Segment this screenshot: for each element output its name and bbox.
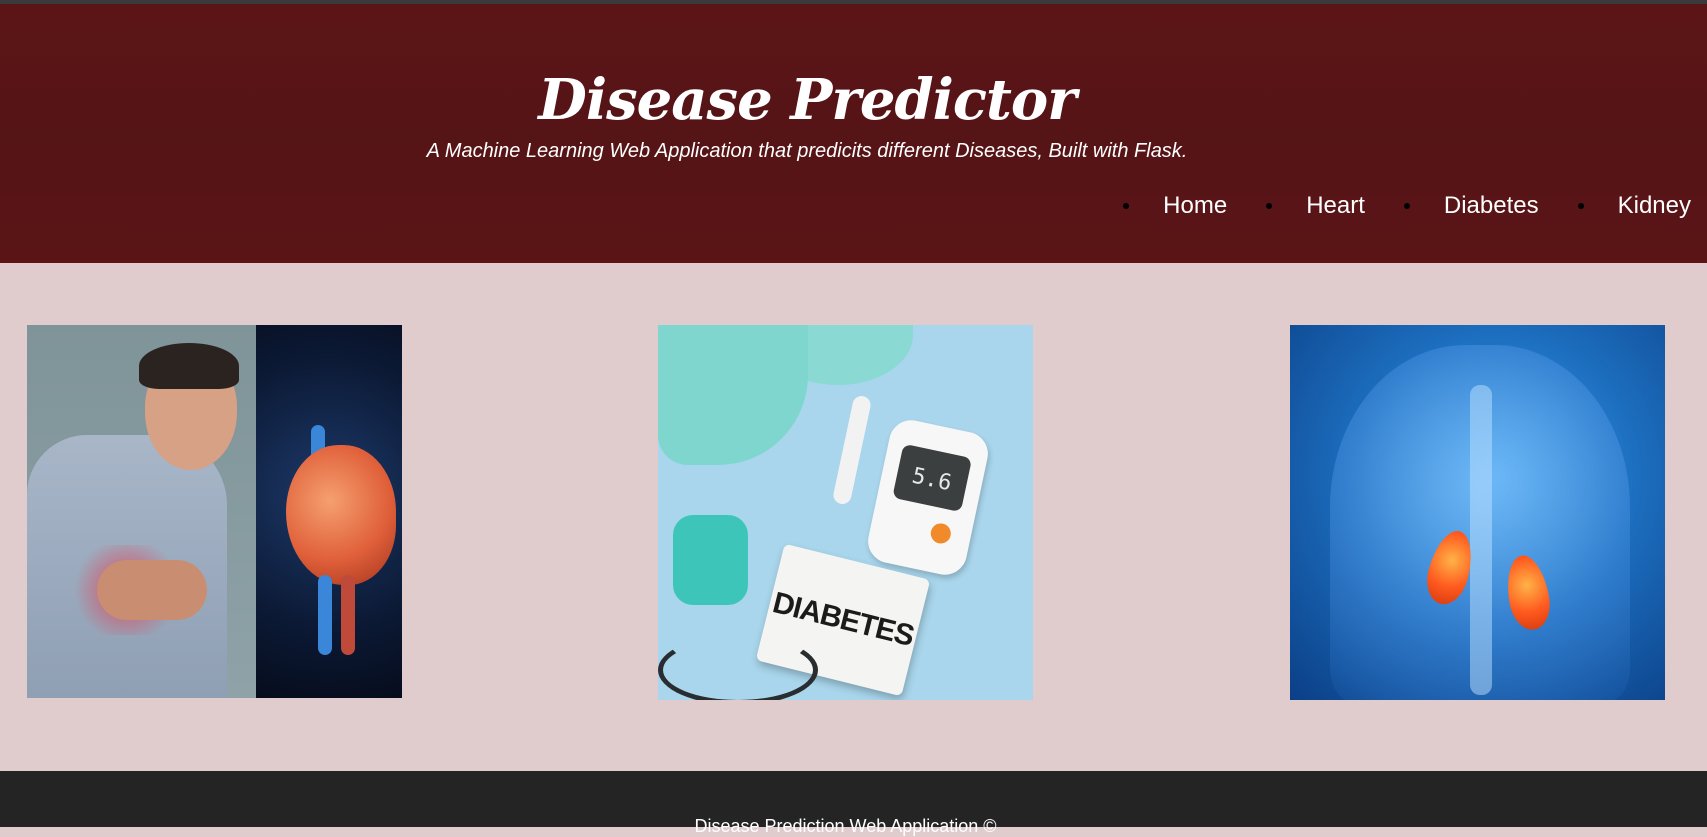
sneaker-illustration [658, 325, 808, 465]
stethoscope-illustration [658, 635, 818, 700]
bullet-icon [1403, 203, 1410, 209]
nav-link-kidney[interactable]: Kidney [1618, 191, 1691, 221]
heart-organ-illustration [256, 325, 402, 698]
nav-link-heart[interactable]: Heart [1306, 191, 1365, 221]
diabetes-image[interactable]: 5.6 DIABETES [658, 325, 1033, 700]
footer-text: Disease Prediction Web Application © [694, 816, 997, 836]
nav-link-home[interactable]: Home [1163, 191, 1227, 221]
bullet-icon [1123, 203, 1130, 209]
meter-reading: 5.6 [892, 443, 973, 513]
nav-list: Home Heart Diabetes Kidney [1123, 191, 1691, 221]
site-title: Disease Predictor [538, 67, 1076, 133]
man-clutching-chest-illustration [27, 325, 256, 698]
site-subtitle: A Machine Learning Web Application that … [426, 140, 1188, 162]
nav-item-kidney: Kidney [1577, 191, 1691, 221]
kidney-disease-image[interactable] [1290, 325, 1665, 700]
spine-illustration [1470, 385, 1492, 695]
dumbbell-illustration [673, 515, 748, 605]
nav-item-diabetes: Diabetes [1403, 191, 1578, 221]
heart-disease-image[interactable] [27, 325, 402, 698]
glucose-meter-illustration: 5.6 [864, 416, 992, 579]
site-footer: Disease Prediction Web Application © [0, 771, 1707, 836]
bullet-icon [1577, 203, 1584, 209]
nav-item-home: Home [1123, 191, 1266, 221]
main-content: 5.6 DIABETES [0, 263, 1707, 771]
nav-item-heart: Heart [1266, 191, 1404, 221]
lancet-pen-illustration [831, 394, 873, 506]
nav-link-diabetes[interactable]: Diabetes [1444, 191, 1539, 221]
bullet-icon [1266, 203, 1273, 209]
site-header: Disease Predictor A Machine Learning Web… [0, 4, 1707, 263]
